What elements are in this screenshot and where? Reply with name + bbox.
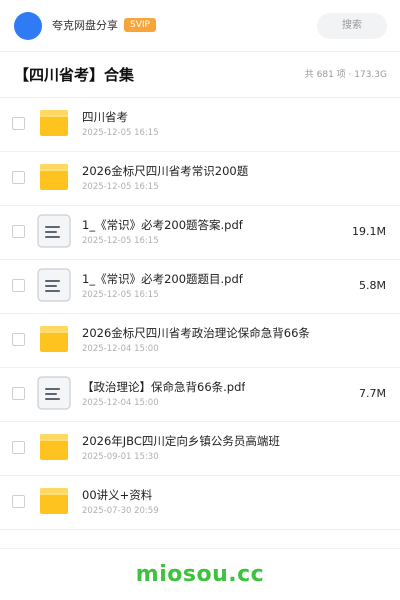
- watermark: miosou.cc: [135, 562, 265, 587]
- file-name[interactable]: 2026金标尺四川省考常识200题: [82, 164, 248, 179]
- file-name[interactable]: 1_《常识》必考200题题目.pdf: [82, 272, 243, 287]
- row-checkbox[interactable]: [12, 333, 25, 346]
- folder-icon: [40, 433, 68, 461]
- file-name[interactable]: 00讲义+资料: [82, 488, 152, 503]
- file-row[interactable]: 1_《常识》必考200题答案.pdf 2025-12-05 16:15 19.1M: [0, 206, 400, 260]
- document-icon: [37, 214, 71, 248]
- row-checkbox[interactable]: [12, 225, 25, 238]
- file-row[interactable]: 00讲义+资料 2025-07-30 20:59: [0, 476, 400, 530]
- file-row[interactable]: 【政治理论】保命急背66条.pdf 2025-12-04 15:00 7.7M: [0, 368, 400, 422]
- file-date: 2025-12-04 15:00: [82, 398, 159, 408]
- search-button[interactable]: 搜索: [317, 13, 387, 39]
- document-icon: [37, 268, 71, 302]
- file-list: 四川省考 2025-12-05 16:15 2026金标尺四川省考常识200题 202…: [0, 98, 400, 530]
- row-checkbox[interactable]: [12, 279, 25, 292]
- file-size: 19.1M: [352, 225, 386, 238]
- page-title: 【四川省考】合集: [14, 66, 135, 84]
- folder-icon: [40, 325, 68, 353]
- folder-icon: [40, 487, 68, 515]
- file-date: 2025-12-05 16:15: [82, 128, 159, 138]
- folder-icon: [40, 109, 68, 137]
- file-row[interactable]: 2026年JBC四川定向乡镇公务员高端班 2025-09-01 15:30: [0, 422, 400, 476]
- file-date: 2025-12-05 16:15: [82, 290, 159, 300]
- folder-icon: [40, 163, 68, 191]
- file-name[interactable]: 2026年JBC四川定向乡镇公务员高端班: [82, 434, 280, 449]
- file-name[interactable]: 四川省考: [82, 110, 128, 125]
- top-bar: 夸克网盘分享 SVIP 搜索: [0, 0, 400, 52]
- file-date: 2025-09-01 15:30: [82, 452, 159, 462]
- file-size: 5.8M: [359, 279, 386, 292]
- folder-title-bar: 【四川省考】合集 共 681 项 · 173.3G: [0, 52, 400, 98]
- share-name: 夸克网盘分享: [52, 19, 118, 32]
- row-checkbox[interactable]: [12, 441, 25, 454]
- footer: miosou.cc: [0, 548, 400, 600]
- file-row[interactable]: 四川省考 2025-12-05 16:15: [0, 98, 400, 152]
- document-icon: [37, 376, 71, 410]
- file-name[interactable]: 【政治理论】保命急背66条.pdf: [82, 380, 245, 395]
- file-date: 2025-12-05 16:15: [82, 236, 159, 246]
- file-name[interactable]: 2026金标尺四川省考政治理论保命急背66条: [82, 326, 310, 341]
- item-summary: 共 681 项 · 173.3G: [304, 70, 387, 80]
- file-date: 2025-12-04 15:00: [82, 344, 159, 354]
- row-checkbox[interactable]: [12, 495, 25, 508]
- file-date: 2025-07-30 20:59: [82, 506, 159, 516]
- file-row[interactable]: 2026金标尺四川省考政治理论保命急背66条 2025-12-04 15:00: [0, 314, 400, 368]
- file-row[interactable]: 1_《常识》必考200题题目.pdf 2025-12-05 16:15 5.8M: [0, 260, 400, 314]
- avatar[interactable]: [14, 12, 42, 40]
- file-name[interactable]: 1_《常识》必考200题答案.pdf: [82, 218, 243, 233]
- row-checkbox[interactable]: [12, 171, 25, 184]
- row-checkbox[interactable]: [12, 117, 25, 130]
- svip-badge: SVIP: [124, 18, 156, 32]
- file-size: 7.7M: [359, 387, 386, 400]
- file-row[interactable]: 2026金标尺四川省考常识200题 2025-12-05 16:15: [0, 152, 400, 206]
- row-checkbox[interactable]: [12, 387, 25, 400]
- file-date: 2025-12-05 16:15: [82, 182, 159, 192]
